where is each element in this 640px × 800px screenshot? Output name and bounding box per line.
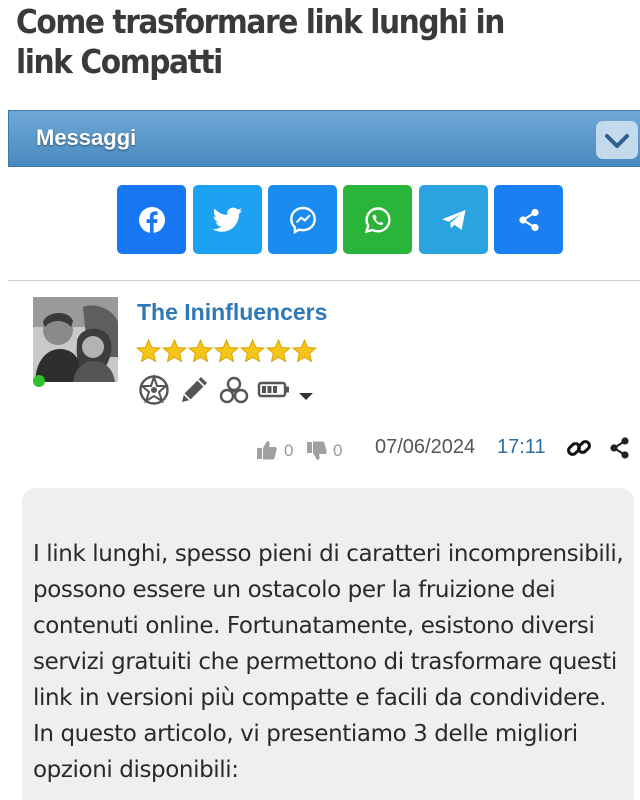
thumbs-down-icon[interactable]: [306, 440, 328, 462]
section-title: Messaggi: [36, 125, 137, 150]
divider: [8, 280, 640, 281]
facebook-icon: [138, 206, 165, 233]
page-title: Come trasformare link lunghi in link Com…: [16, 2, 505, 81]
section-header: Messaggi: [8, 110, 640, 167]
messenger-icon: [289, 206, 316, 234]
share-facebook-button[interactable]: [117, 185, 186, 254]
dislikes-count: 0: [333, 441, 343, 460]
online-status-indicator: [33, 375, 45, 387]
star-icon: [292, 338, 317, 363]
rating-stars: [136, 338, 317, 366]
author-name[interactable]: The Ininfluencers: [137, 299, 327, 326]
star-icon: [162, 338, 187, 363]
user-badges: [136, 372, 316, 408]
twitter-icon: [212, 207, 242, 232]
share-twitter-button[interactable]: [193, 185, 262, 254]
caret-down-icon[interactable]: [296, 372, 316, 408]
star-icon: [136, 338, 161, 363]
share-telegram-button[interactable]: [419, 185, 488, 254]
star-icon: [240, 338, 265, 363]
star-icon: [214, 338, 239, 363]
share-messenger-button[interactable]: [268, 185, 337, 254]
battery-icon[interactable]: [256, 372, 292, 408]
avatar[interactable]: [33, 297, 118, 382]
collapse-toggle-button[interactable]: [596, 121, 638, 159]
share-generic-button[interactable]: [494, 185, 563, 254]
whatsapp-icon: [364, 206, 391, 233]
thumbs-up-icon[interactable]: [256, 439, 278, 461]
share-post-icon[interactable]: [608, 436, 632, 460]
avatar-photo: [33, 297, 118, 382]
likes-count: 0: [284, 441, 294, 460]
sheriff-star-icon[interactable]: [136, 372, 172, 408]
pencil-icon[interactable]: [176, 372, 212, 408]
star-icon: [266, 338, 291, 363]
post-time: 17:11: [497, 436, 546, 458]
post-date: 07/06/2024: [375, 436, 476, 458]
triskelion-icon[interactable]: [216, 372, 252, 408]
share-whatsapp-button[interactable]: [343, 185, 412, 254]
chevron-down-icon: [605, 134, 629, 148]
permalink-icon[interactable]: [566, 435, 592, 461]
share-icon: [518, 208, 539, 231]
share-buttons: [0, 185, 640, 255]
message-body: I link lunghi, spesso pieni di caratteri…: [33, 541, 624, 783]
star-icon: [188, 338, 213, 363]
telegram-icon: [441, 209, 465, 230]
